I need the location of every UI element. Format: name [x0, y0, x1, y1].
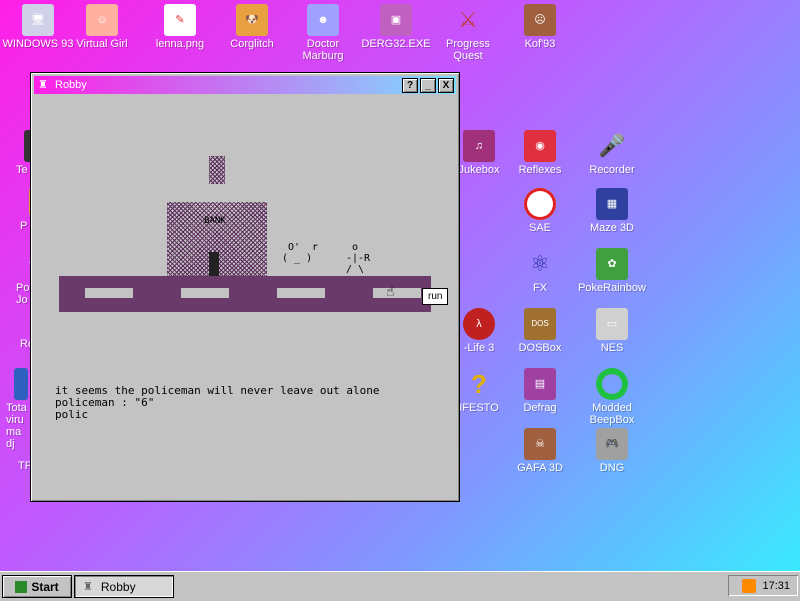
maze-icon: ▦	[596, 188, 628, 220]
minimize-button[interactable]: _	[420, 78, 436, 93]
taskbar-item-robby[interactable]: ♜ Robby	[74, 575, 174, 598]
robby-task-icon: ♜	[83, 581, 93, 593]
player-character: o -|-R / \	[346, 242, 371, 275]
taskbar-item-label: Robby	[100, 579, 136, 594]
clock: 17:31	[762, 579, 790, 592]
desktop-icon-doctor-marburg[interactable]: ☻ Doctor Marburg	[285, 4, 361, 62]
system-tray: 17:31	[728, 575, 798, 596]
ball-icon	[524, 188, 556, 220]
road-dash	[85, 288, 133, 298]
pokemon-icon: ✿	[596, 248, 628, 280]
start-icon	[15, 580, 28, 593]
doom-icon: ☠	[524, 428, 556, 460]
atom-icon: ⚛	[530, 251, 550, 276]
window-title: Robby	[55, 79, 87, 91]
policeman-character: O' ( _ )	[282, 242, 313, 264]
desktop-icon-gafa3d[interactable]: ☠ GAFA 3D	[502, 428, 578, 474]
desktop-icon-nes[interactable]: ▭ NES	[574, 308, 650, 354]
lips-icon: ◉	[524, 130, 556, 162]
desktop-icon-pokerainbow[interactable]: ✿ PokeRainbow	[574, 248, 650, 294]
bank-tower	[209, 156, 225, 184]
rss-icon[interactable]	[742, 578, 757, 593]
swords-icon: ⚔	[458, 7, 478, 32]
desktop-icon-defrag[interactable]: ▤ Defrag	[502, 368, 578, 414]
road-dash	[181, 288, 229, 298]
window-titlebar[interactable]: ♜ Robby ? _ X	[34, 76, 456, 94]
bank-sign: BANK	[204, 216, 226, 226]
run-tooltip: run	[422, 288, 449, 305]
desktop-icon-virtual-girl[interactable]: ☺ Virtual Girl	[64, 4, 140, 50]
derg-icon: ▣	[380, 4, 412, 36]
desktop-icon-kof93[interactable]: ☹ Kof'93	[502, 4, 578, 50]
desktop-icon-dng[interactable]: 🎮 DNG	[574, 428, 650, 474]
console-input-line[interactable]: polic	[55, 409, 380, 421]
road-dash	[373, 288, 421, 298]
ring-icon	[596, 368, 628, 400]
desktop-icon-progress-quest[interactable]: ⚔ Progress Quest	[430, 4, 506, 63]
fighter-icon: ☹	[524, 4, 556, 36]
desktop-icon-lenna[interactable]: ✎ lenna.png	[142, 4, 218, 50]
nes-icon: ▭	[596, 308, 628, 340]
disk-icon	[14, 368, 28, 400]
bank-door	[209, 252, 219, 276]
game-viewport[interactable]: BANK O' ( _ ) r o -|-R / \ ☝ run it seem…	[34, 96, 456, 498]
jukebox-icon: ♫	[463, 130, 495, 162]
desktop-icon-reflexes[interactable]: ◉ Reflexes	[502, 130, 578, 176]
corgi-icon: 🐶	[236, 4, 268, 36]
computer-icon: 🖥	[22, 4, 54, 36]
microphone-icon: 🎤	[598, 133, 626, 158]
desktop-icon-sae[interactable]: SAE	[502, 188, 578, 234]
desktop-icon-fx[interactable]: ⚛ FX	[502, 248, 578, 295]
robby-window[interactable]: ♜ Robby ? _ X BANK O' ( _ ) r o -|-R / \…	[30, 72, 460, 502]
desktop-icon-corglitch[interactable]: 🐶 Corglitch	[214, 4, 290, 50]
start-button[interactable]: Start	[2, 575, 72, 598]
close-button[interactable]: X	[438, 78, 454, 93]
road	[59, 276, 431, 312]
paint-icon: ✎	[164, 4, 196, 36]
desktop-icon-derg32[interactable]: ▣ DERG32.EXE	[358, 4, 434, 50]
hand-cursor-icon: ☝	[386, 284, 395, 300]
help-button[interactable]: ?	[402, 78, 418, 93]
console-output: it seems the policeman will never leave …	[55, 373, 380, 421]
start-label: Start	[31, 579, 59, 594]
desktop-icon-dosbox[interactable]: DOS DOSBox	[502, 308, 578, 354]
lambda-icon: λ	[463, 308, 495, 340]
road-dash	[277, 288, 325, 298]
desktop-icon-maze3d[interactable]: ▦ Maze 3D	[574, 188, 650, 234]
face-icon: ☺	[86, 4, 118, 36]
doctor-icon: ☻	[307, 4, 339, 36]
defrag-icon: ▤	[524, 368, 556, 400]
desktop-icon-beepbox[interactable]: Modded BeepBox	[574, 368, 650, 426]
robby-app-icon: ♜	[38, 79, 48, 91]
dosbox-icon: DOS	[524, 308, 556, 340]
console-line: policeman : "6"	[55, 396, 155, 409]
question-icon: ?	[471, 369, 487, 399]
controller-icon: 🎮	[596, 428, 628, 460]
taskbar: Start ♜ Robby 17:31	[0, 571, 800, 601]
policeman-letter: r	[312, 242, 319, 253]
desktop-icon-recorder[interactable]: 🎤 Recorder	[574, 130, 650, 177]
